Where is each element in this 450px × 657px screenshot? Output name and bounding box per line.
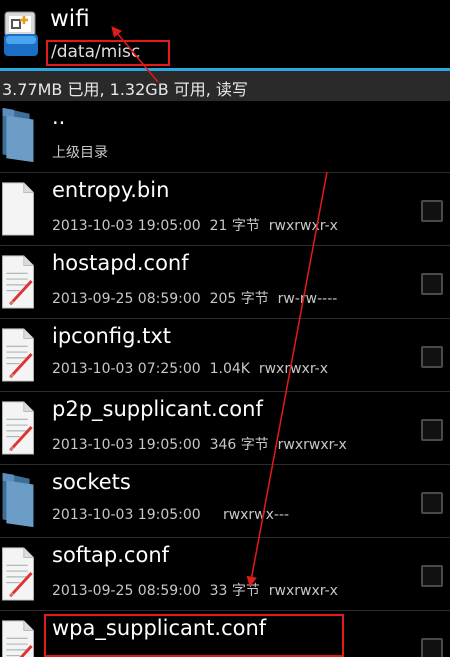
file-meta: 2013-09-25 08:59:00 205 字节 rw-rw----: [52, 291, 338, 307]
file-row[interactable]: hostapd.conf 2013-09-25 08:59:00 205 字节 r…: [0, 247, 450, 319]
file-row[interactable]: p2p_supplicant.conf 2013-10-03 19:05:00 3…: [0, 393, 450, 465]
storage-status-text: 3.77MB 已用, 1.32GB 可用, 读写: [2, 80, 248, 99]
file-select-checkbox[interactable]: [421, 565, 443, 587]
file-meta: 2013-10-03 07:25:00 1.04K rwxrwxr-x: [52, 361, 329, 377]
text-file-icon: [2, 255, 34, 309]
file-name: entropy.bin: [52, 178, 170, 202]
file-name: ..: [52, 105, 66, 129]
file-row[interactable]: sockets 2013-10-03 19:05:00 rwxrwx---: [0, 466, 450, 538]
file-name: softap.conf: [52, 543, 170, 567]
file-row[interactable]: wpa_supplicant.conf: [0, 612, 450, 657]
storage-status-bar: 3.77MB 已用, 1.32GB 可用, 读写: [0, 71, 450, 101]
file-manager-icon[interactable]: [2, 8, 40, 58]
header: wifi /data/misc: [0, 0, 450, 71]
text-file-icon: [2, 547, 34, 601]
folder-icon: [2, 472, 34, 528]
file-meta: 2013-10-03 19:05:00 rwxrwx---: [52, 507, 290, 523]
file-row[interactable]: softap.conf 2013-09-25 08:59:00 33 字节 rwx…: [0, 539, 450, 611]
file-row[interactable]: .. 上级目录: [0, 101, 450, 173]
file-meta: 2013-10-03 19:05:00 346 字节 rwxrwxr-x: [52, 437, 347, 453]
file-name: sockets: [52, 470, 131, 494]
file-select-checkbox[interactable]: [421, 200, 443, 222]
file-name: hostapd.conf: [52, 251, 189, 275]
file-select-checkbox[interactable]: [421, 346, 443, 368]
folder-icon: [2, 107, 34, 163]
file-meta: 上级目录: [52, 145, 108, 161]
file-meta: 2013-10-03 19:05:00 21 字节 rwxrwxr-x: [52, 218, 338, 234]
file-name: ipconfig.txt: [52, 324, 171, 348]
file-name: p2p_supplicant.conf: [52, 397, 263, 421]
file-row[interactable]: entropy.bin 2013-10-03 19:05:00 21 字节 rwx…: [0, 174, 450, 246]
text-file-icon: [2, 401, 34, 455]
file-name: wpa_supplicant.conf: [52, 616, 267, 640]
file-select-checkbox[interactable]: [421, 492, 443, 514]
blank-file-icon: [2, 182, 34, 236]
file-meta: 2013-09-25 08:59:00 33 字节 rwxrwxr-x: [52, 583, 338, 599]
file-row[interactable]: ipconfig.txt 2013-10-03 07:25:00 1.04K rw…: [0, 320, 450, 392]
text-file-icon: [2, 328, 34, 382]
annotation-path-box: [46, 40, 170, 66]
file-select-checkbox[interactable]: [421, 419, 443, 441]
page-title: wifi: [50, 6, 90, 32]
file-select-checkbox[interactable]: [421, 273, 443, 295]
file-select-checkbox[interactable]: [421, 638, 443, 657]
text-file-icon: [2, 620, 34, 657]
